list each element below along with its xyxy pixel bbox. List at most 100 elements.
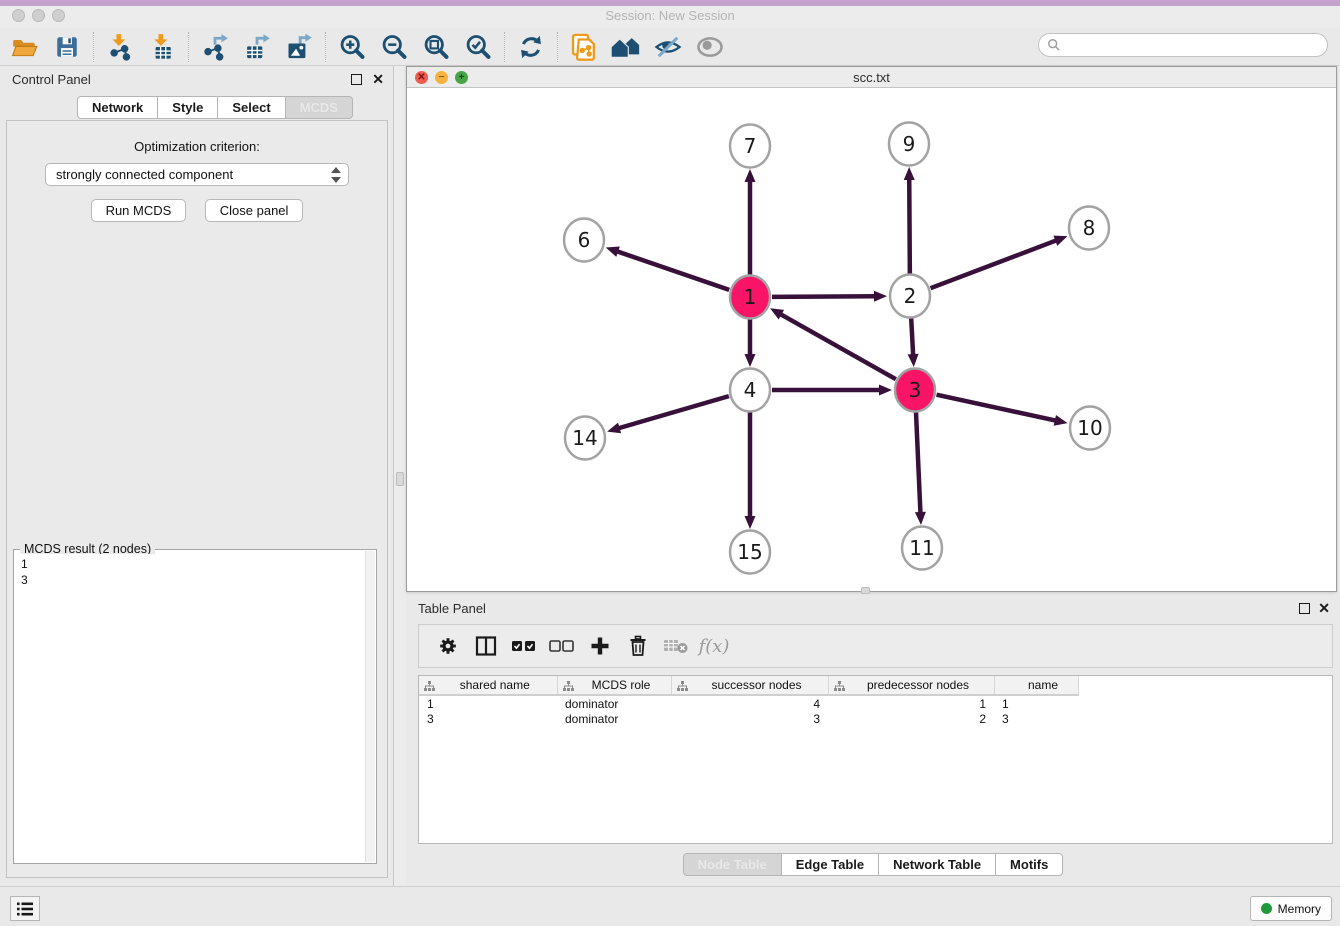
import-table-button[interactable] [141,30,183,64]
graph-edge-2-8[interactable] [931,240,1058,288]
mcds-result-text[interactable]: 1 3 [15,554,365,862]
table-row[interactable]: 3dominator323 [419,711,1078,727]
search-input[interactable] [1066,38,1316,52]
copy-network-button[interactable] [563,30,605,64]
table-cell[interactable]: 3 [419,711,557,727]
graph-edge-arrowhead [1054,415,1068,426]
memory-status-button[interactable]: Memory [1250,896,1332,921]
tab-edge-table[interactable]: Edge Table [782,853,879,876]
close-panel-button[interactable]: Close panel [205,199,304,222]
column-layout-button[interactable] [467,628,505,664]
search-field[interactable] [1038,33,1328,57]
tab-network[interactable]: Network [77,96,158,119]
close-panel-icon[interactable]: ✕ [1318,601,1330,615]
graph-edge-4-14[interactable] [618,396,729,428]
table-cell[interactable]: 3 [994,711,1078,727]
tab-select[interactable]: Select [218,96,285,119]
table-settings-button[interactable] [429,628,467,664]
graph-edge-arrowhead [607,423,621,434]
optimization-criterion-dropdown[interactable]: strongly connected component [45,163,349,186]
close-panel-icon[interactable]: ✕ [372,72,384,86]
refresh-layout-button[interactable] [510,30,552,64]
network-window-titlebar[interactable]: ✕ − + scc.txt [407,67,1336,88]
graph-edge-3-11[interactable] [916,412,921,514]
column-header-predecessor-nodes[interactable]: predecessor nodes [828,676,994,695]
show-graphics-details-button[interactable] [689,30,731,64]
column-header-shared-name[interactable]: shared name [419,676,557,695]
view-splitter-handle[interactable] [861,587,870,594]
toolbar-separator [325,32,326,62]
hide-graphics-details-icon [653,33,683,61]
import-network-button[interactable] [99,30,141,64]
zoom-selected-button[interactable] [457,30,499,64]
graph-edge-3-1[interactable] [780,314,896,380]
graph-edge-2-9[interactable] [909,178,910,274]
export-network-button[interactable] [194,30,236,64]
mcds-result-scrollbar[interactable] [365,551,375,862]
zoom-in-button[interactable] [331,30,373,64]
toolbar-separator [557,32,558,62]
run-mcds-button[interactable]: Run MCDS [91,199,187,222]
table-cell[interactable]: 1 [994,695,1078,711]
export-image-button[interactable] [278,30,320,64]
table-cell[interactable]: 4 [671,695,828,711]
show-graphics-details-icon [695,33,725,61]
open-folder-button[interactable] [4,30,46,64]
column-header-name[interactable]: name [994,676,1078,695]
table-panel-title: Table Panel [418,601,486,616]
column-header-successor-nodes[interactable]: successor nodes [671,676,828,695]
float-panel-icon[interactable] [1299,603,1310,614]
table-cell[interactable]: 3 [671,711,828,727]
table-cell[interactable]: 1 [828,695,994,711]
table-cell[interactable]: dominator [557,695,671,711]
select-all-button[interactable] [505,628,543,664]
column-tree-icon [834,681,845,691]
export-table-button[interactable] [236,30,278,64]
table-cell[interactable]: dominator [557,711,671,727]
panel-splitter-handle[interactable] [396,472,404,486]
optimization-criterion-label: Optimization criterion: [7,139,387,154]
table-panel: Table Panel ✕ [406,595,1340,886]
export-table-icon [243,33,271,61]
tab-network-table[interactable]: Network Table [879,853,996,876]
table-cell[interactable]: 2 [828,711,994,727]
titlebar[interactable]: Session: New Session [0,6,1340,28]
home-layout-icon [610,33,642,61]
control-panel: Control Panel ✕ NetworkStyleSelectMCDS O… [0,66,394,886]
tab-node-table[interactable]: Node Table [683,853,782,876]
deselect-all-button[interactable] [543,628,581,664]
add-column-button[interactable] [581,628,619,664]
tab-motifs[interactable]: Motifs [996,853,1063,876]
graph-node-label: 6 [578,228,591,252]
status-bar: Memory [0,886,1340,926]
graph-node-label: 4 [744,378,757,402]
table-row[interactable]: 1dominator411 [419,695,1078,711]
table-cell[interactable]: 1 [419,695,557,711]
zoom-fit-button[interactable] [415,30,457,64]
graph-edge-1-2[interactable] [772,296,876,297]
zoom-out-button[interactable] [373,30,415,64]
graph-edge-arrowhead [606,246,620,256]
save-session-icon [54,34,80,60]
home-layout-button[interactable] [605,30,647,64]
graph-edge-1-6[interactable] [616,251,729,290]
graph-node-label: 14 [572,426,597,450]
main-toolbar [0,28,1340,66]
tab-style[interactable]: Style [158,96,218,119]
graph-node-label: 15 [737,540,762,564]
save-session-button[interactable] [46,30,88,64]
function-builder-button[interactable]: f(x) [695,628,733,664]
node-table-container[interactable]: shared nameMCDS rolesuccessor nodesprede… [418,675,1333,844]
network-graph[interactable]: 1234678910111415 [407,88,1336,591]
task-history-button[interactable] [10,896,40,921]
column-header-MCDS-role[interactable]: MCDS role [557,676,671,695]
destroy-table-button[interactable] [657,628,695,664]
graph-edge-2-3[interactable] [911,318,913,356]
tab-mcds[interactable]: MCDS [286,96,353,119]
mcds-result-groupbox: MCDS result (2 nodes) 1 3 [13,549,377,864]
graph-edge-3-10[interactable] [936,395,1056,421]
hide-graphics-details-button[interactable] [647,30,689,64]
delete-column-button[interactable] [619,628,657,664]
zoom-selected-icon [464,33,492,61]
float-panel-icon[interactable] [351,74,362,85]
